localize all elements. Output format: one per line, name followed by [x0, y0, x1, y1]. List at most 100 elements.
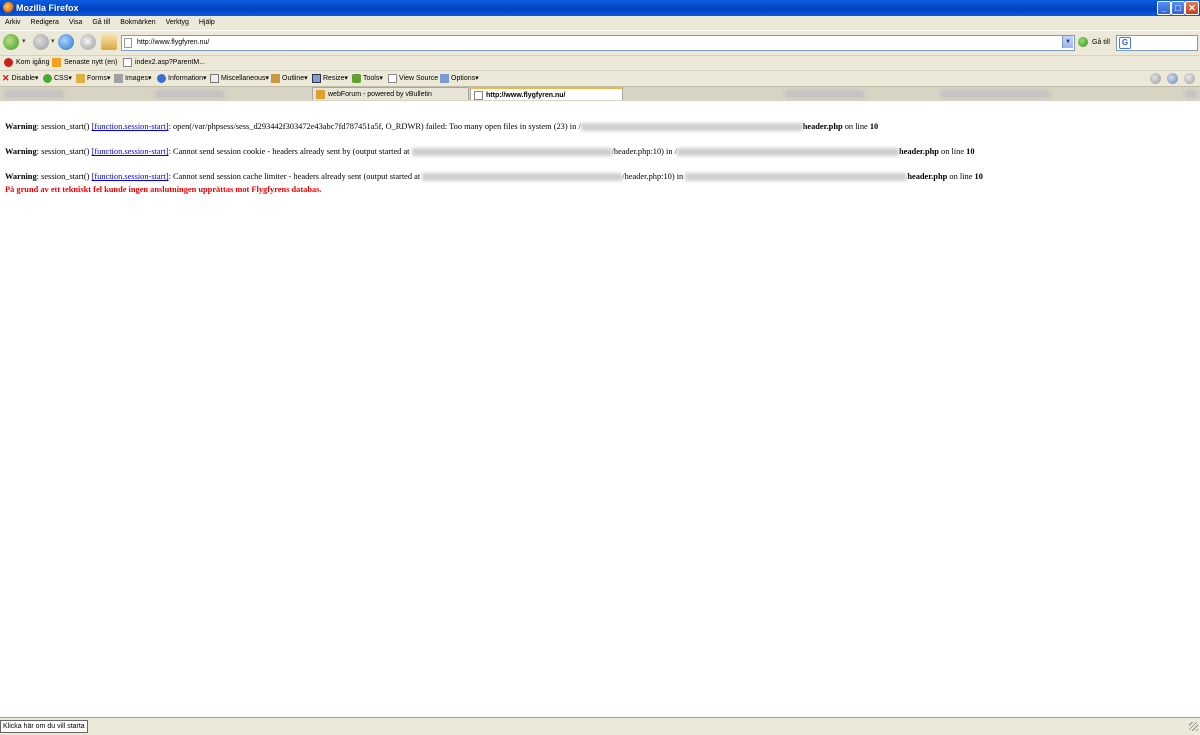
dev-label: Information▾ [168, 75, 207, 82]
redacted-path [422, 173, 623, 182]
page-content: Warning: session_start() [function.sessi… [0, 101, 1200, 717]
title-bar: Mozilla Firefox _ □ ✕ [0, 0, 1200, 16]
go-icon[interactable] [1078, 37, 1088, 47]
window-title: Mozilla Firefox [16, 3, 79, 13]
tab-flygfyren[interactable]: http://www.flygfyren.nu/ [470, 87, 623, 100]
back-dropdown-icon[interactable]: ▾ [22, 37, 26, 45]
blurred-tab[interactable] [155, 90, 225, 98]
dev-tools[interactable]: Tools▾ [352, 71, 383, 86]
dev-label: Forms▾ [87, 75, 111, 82]
tab-label: http://www.flygfyren.nu/ [486, 92, 566, 99]
warning-line: Warning: session_start() [function.sessi… [5, 122, 879, 132]
warning-function: session_start() [41, 172, 90, 181]
warning-function: session_start() [41, 122, 90, 131]
warning-online: on line [947, 172, 975, 181]
dev-resize[interactable]: Resize▾ [312, 71, 348, 86]
reload-button[interactable] [58, 34, 74, 50]
css-icon [43, 73, 52, 83]
url-text[interactable]: http://www.flygfyren.nu/ [137, 36, 209, 50]
function-link[interactable]: [function.session-start] [92, 122, 169, 131]
database-error-message: På grund av ett tekniskt fel kunde ingen… [5, 185, 322, 194]
blurred-tab[interactable] [940, 90, 1050, 98]
dev-css[interactable]: CSS▾ [43, 71, 72, 86]
bookmark-label: Kom igång [16, 59, 50, 66]
url-input[interactable]: http://www.flygfyren.nu/ [121, 35, 1075, 51]
warning-online: on line [842, 122, 870, 131]
close-toolbar-icon[interactable] [1184, 73, 1195, 84]
home-button[interactable] [101, 34, 117, 50]
tab-label: webForum - powered by vBulletin [328, 91, 432, 98]
menu-ga-till[interactable]: Gå till [92, 16, 110, 30]
warning-file: header.php [898, 147, 939, 156]
stop-button[interactable]: ✕ [80, 34, 96, 50]
bookmark-label: index2.asp?ParentM... [135, 59, 206, 66]
warning-line: Warning: session_start() [function.sessi… [5, 147, 975, 157]
validation-icon[interactable] [1150, 73, 1161, 84]
miscellaneous-icon [210, 73, 219, 83]
dev-forms[interactable]: Forms▾ [76, 71, 110, 86]
warning-line: Warning: session_start() [function.sessi… [5, 172, 983, 182]
menu-hjalp[interactable]: Hjälp [199, 16, 215, 30]
page-icon [124, 38, 132, 48]
blurred-tab[interactable] [4, 90, 64, 98]
dev-view-source[interactable]: View Source [388, 71, 438, 86]
bookmark-senaste-nytt[interactable]: Senaste nytt (en) [52, 56, 117, 70]
warning-function: session_start() [41, 147, 90, 156]
function-link[interactable]: [function.session-start] [92, 172, 169, 181]
tab-scroll-icon[interactable] [1185, 90, 1197, 98]
info-icon[interactable] [1167, 73, 1178, 84]
dev-options[interactable]: Options▾ [440, 71, 479, 86]
tools-icon [352, 73, 361, 83]
dev-label: Disable▾ [11, 75, 39, 82]
disable-icon: ✕ [2, 72, 10, 83]
blurred-tab[interactable] [785, 90, 865, 98]
rss-icon [52, 57, 61, 67]
redacted-path [676, 148, 899, 157]
warning-label: Warning [5, 147, 37, 156]
bookmark-kom-igang[interactable]: Kom igång [4, 56, 49, 70]
dev-label: Resize▾ [323, 75, 348, 82]
back-button[interactable] [3, 34, 19, 50]
dev-images[interactable]: Images▾ [114, 71, 151, 86]
dev-information[interactable]: Information▾ [157, 71, 207, 86]
menu-visa[interactable]: Visa [69, 16, 83, 30]
firefox-icon [3, 2, 14, 13]
warning-message: : Cannot send session cache limiter - he… [168, 172, 423, 181]
warning-online: on line [938, 147, 967, 156]
minimize-button[interactable]: _ [1157, 1, 1171, 15]
forms-icon [76, 73, 85, 83]
dev-disable[interactable]: ✕ Disable▾ [2, 71, 38, 86]
vbulletin-icon [316, 90, 325, 99]
resize-grip-icon[interactable] [1189, 722, 1198, 731]
menu-arkiv[interactable]: Arkiv [5, 16, 21, 30]
maximize-button[interactable]: □ [1171, 1, 1185, 15]
bookmark-index2[interactable]: index2.asp?ParentM... [123, 56, 205, 70]
forward-button[interactable] [33, 34, 49, 50]
dev-outline[interactable]: Outline▾ [271, 71, 308, 86]
warning-line-number: 10 [966, 147, 975, 156]
url-dropdown-icon[interactable]: ▼ [1062, 36, 1073, 48]
tab-bar: webForum - powered by vBulletin http://w… [0, 86, 1200, 101]
menu-verktyg[interactable]: Verktyg [166, 16, 189, 30]
go-button-label[interactable]: Gå till [1092, 37, 1110, 48]
close-button[interactable]: ✕ [1185, 1, 1199, 15]
menu-redigera[interactable]: Redigera [31, 16, 59, 30]
menu-bar: Arkiv Redigera Visa Gå till Bokmärken Ve… [0, 16, 1200, 30]
tab-webforum[interactable]: webForum - powered by vBulletin [312, 87, 469, 100]
google-icon[interactable]: G [1119, 37, 1131, 49]
function-link[interactable]: [function.session-start] [92, 147, 169, 156]
information-icon [157, 73, 166, 83]
menu-bokmarken[interactable]: Bokmärken [120, 16, 155, 30]
firefox-bookmark-icon [4, 57, 13, 67]
forward-dropdown-icon[interactable]: ▾ [51, 37, 55, 45]
view-source-icon [388, 73, 397, 83]
dev-label: View Source [399, 75, 439, 82]
status-text[interactable]: Klicka här om du vill starta [0, 720, 88, 733]
web-developer-toolbar: ✕ Disable▾ CSS▾ Forms▾ Images▾ Informatio… [0, 70, 1200, 86]
bookmark-label: Senaste nytt (en) [64, 59, 118, 66]
redacted-path [411, 148, 612, 157]
resize-icon [312, 73, 321, 83]
dev-label: Images▾ [125, 75, 152, 82]
search-input[interactable]: G [1116, 35, 1198, 51]
dev-miscellaneous[interactable]: Miscellaneous▾ [210, 71, 269, 86]
